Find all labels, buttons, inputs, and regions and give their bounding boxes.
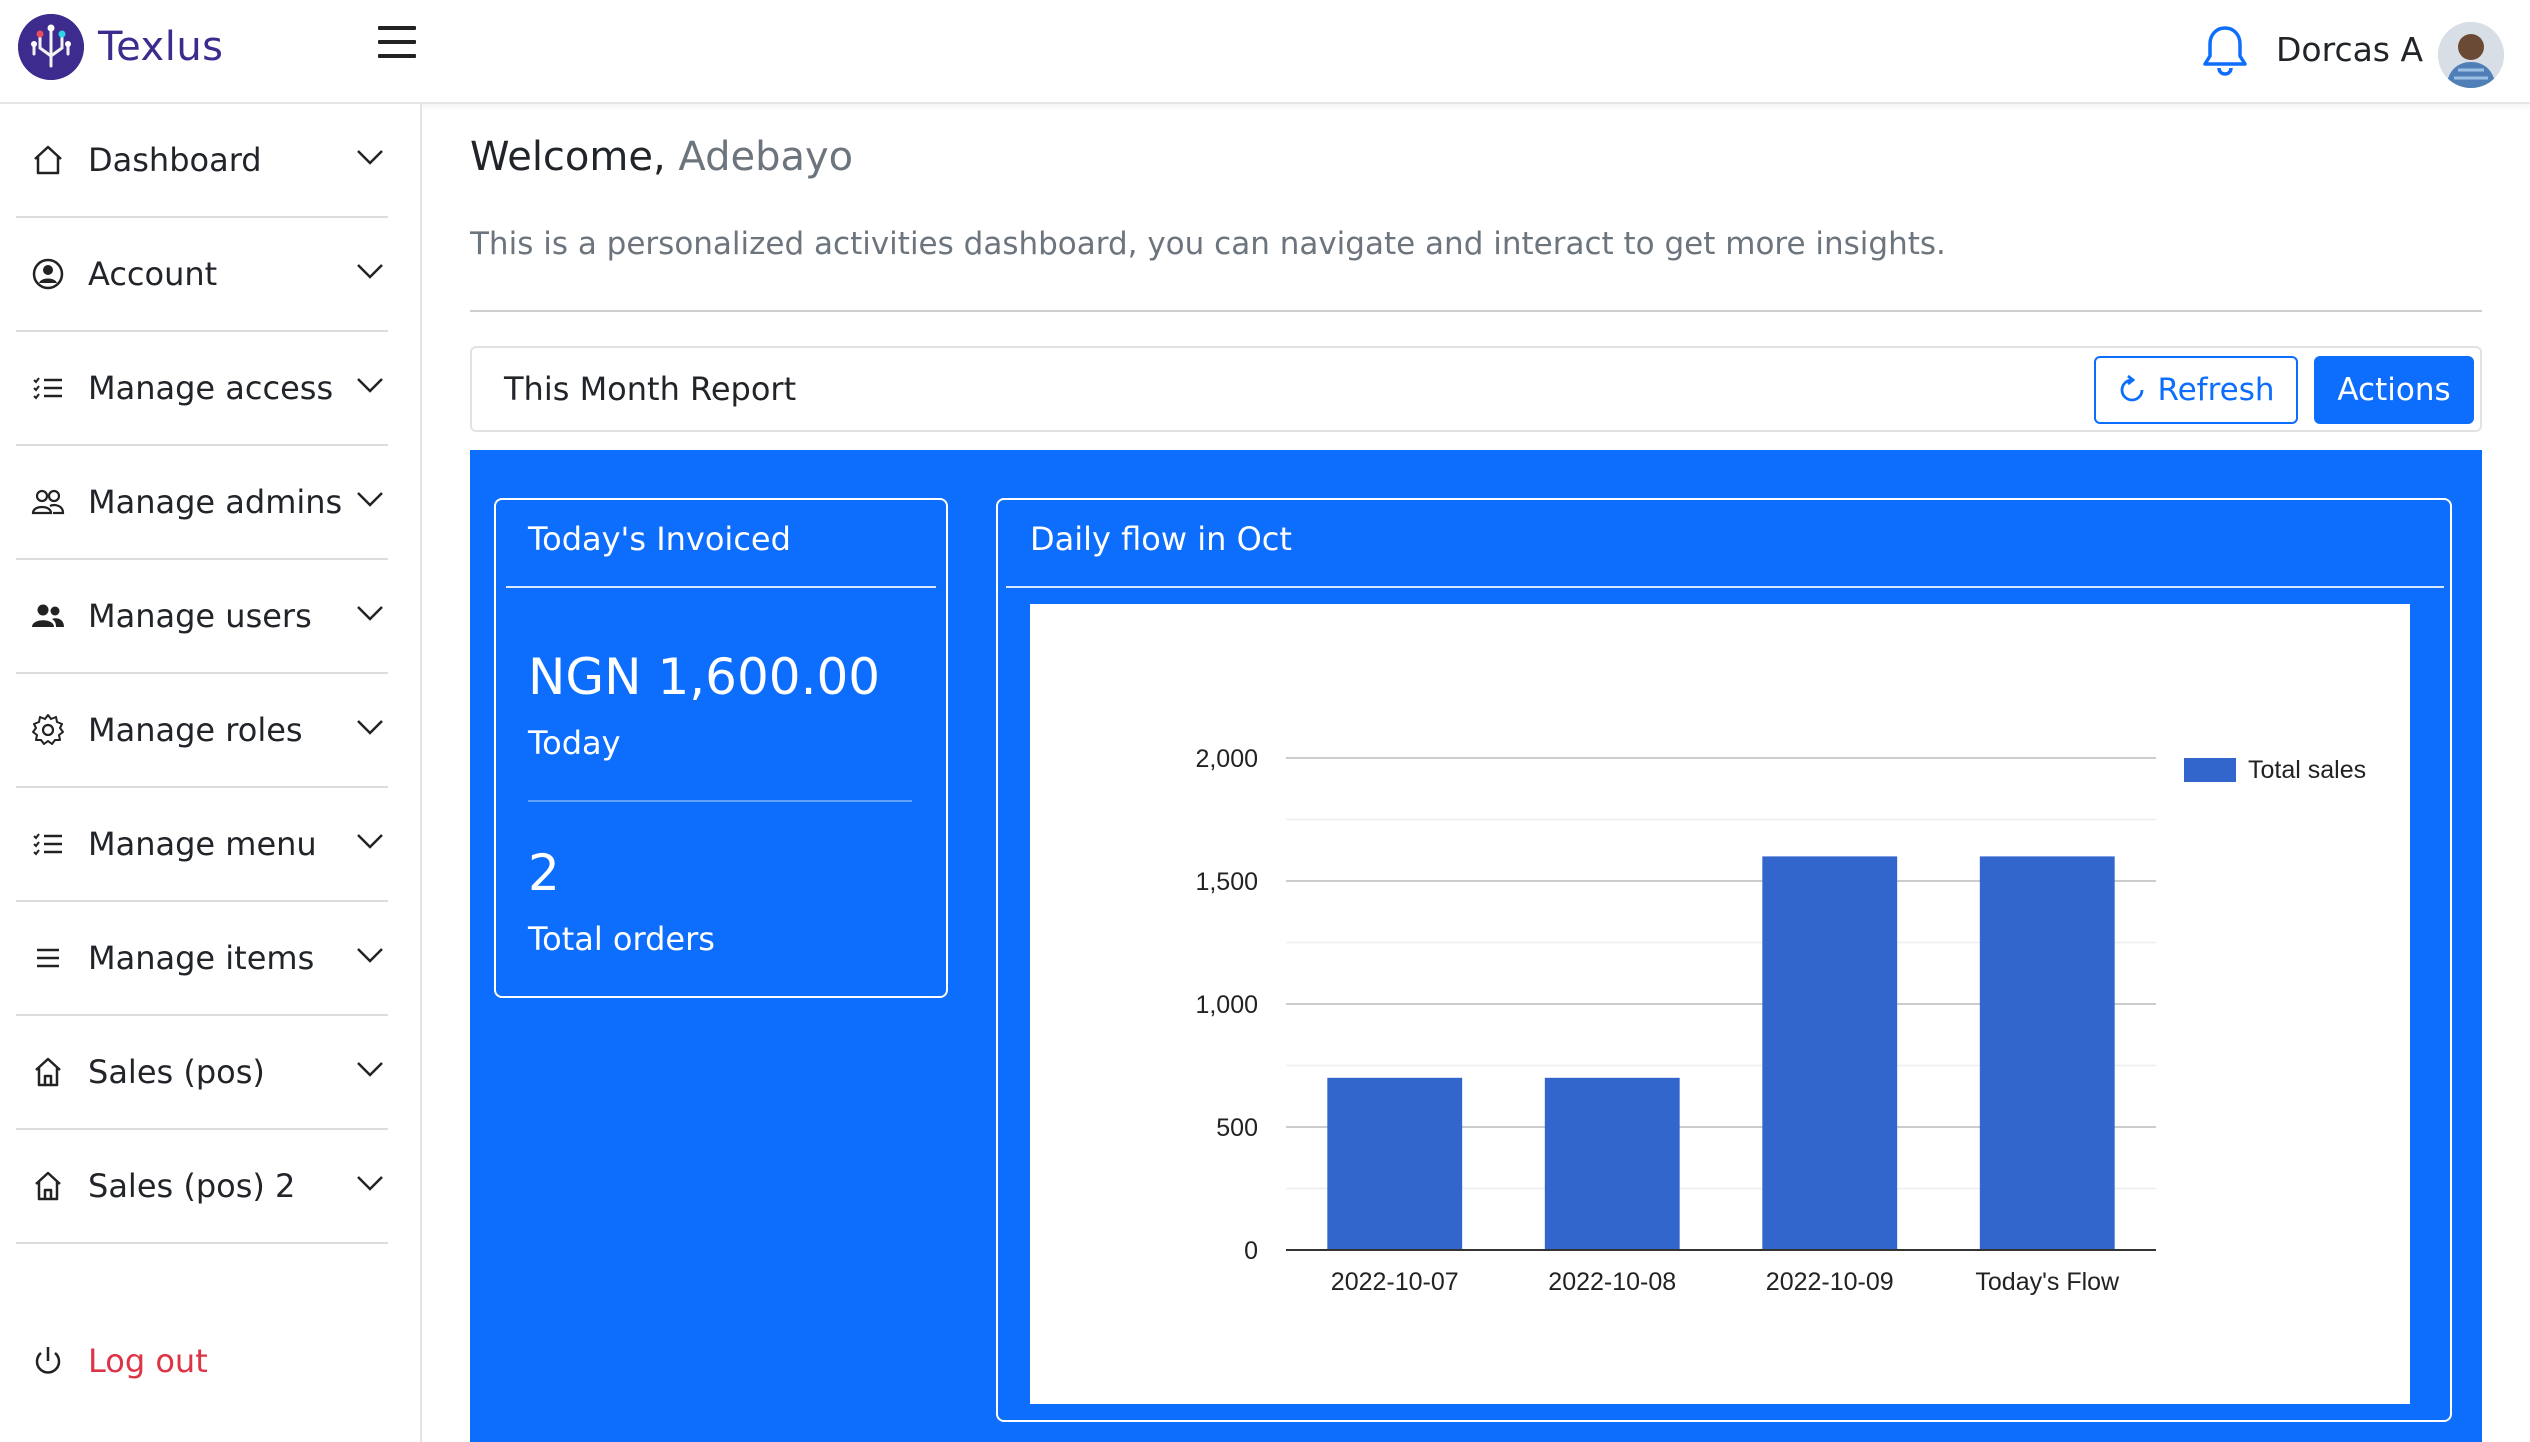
chevron-down-icon[interactable] xyxy=(356,490,384,508)
invoice-card: Today's Invoiced NGN 1,600.00 Today 2 To… xyxy=(494,498,948,998)
card-divider xyxy=(1006,586,2444,588)
chevron-down-icon[interactable] xyxy=(356,148,384,166)
chart-container: 0 500 1,000 1,500 2,000 2022-10-07 2022-10-08 2… xyxy=(1030,604,2410,1404)
sidebar-item-dashboard[interactable]: Dashboard xyxy=(16,104,388,218)
brand-name: Texlus xyxy=(98,24,224,70)
bar-chart: 0 500 1,000 1,500 2,000 2022-10-07 2022-10-08 2… xyxy=(1195,745,2366,1296)
sidebar-item-manage-admins[interactable]: Manage admins xyxy=(16,446,388,560)
sidebar-item-label: Account xyxy=(88,255,218,293)
sidebar-item-manage-users[interactable]: Manage users xyxy=(16,560,388,674)
notification-bell-icon[interactable] xyxy=(2202,24,2248,76)
actions-label: Actions xyxy=(2337,372,2451,408)
people-fill-icon xyxy=(32,604,64,627)
x-tick-label: 2022-10-07 xyxy=(1331,1268,1459,1296)
invoice-amount: NGN 1,600.00 xyxy=(528,648,881,706)
gear-icon xyxy=(32,714,64,745)
x-tick-label: Today's Flow xyxy=(1975,1268,2120,1296)
page-subtitle: This is a personalized activities dashbo… xyxy=(470,226,1946,262)
logout-button[interactable]: Log out xyxy=(16,1306,388,1416)
chart-bar xyxy=(1979,856,2115,1250)
sidebar-item-manage-access[interactable]: Manage access xyxy=(16,332,388,446)
refresh-icon xyxy=(2121,375,2144,402)
logout-label: Log out xyxy=(88,1342,208,1380)
chevron-down-icon[interactable] xyxy=(356,262,384,280)
chart-bar xyxy=(1544,1077,1680,1250)
chevron-down-icon[interactable] xyxy=(356,604,384,622)
chart-card-title: Daily flow in Oct xyxy=(1030,520,1292,558)
sidebar-item-label: Manage users xyxy=(88,597,312,635)
sidebar-item-label: Sales (pos) 2 xyxy=(88,1167,296,1205)
sidebar-item-label: Manage menu xyxy=(88,825,317,863)
sidebar-item-label: Dashboard xyxy=(88,141,262,179)
brand-logo-icon xyxy=(18,14,84,80)
y-tick-label: 1,000 xyxy=(1195,991,1258,1019)
chevron-down-icon[interactable] xyxy=(356,946,384,964)
sidebar-item-account[interactable]: Account xyxy=(16,218,388,332)
home-icon xyxy=(34,145,62,175)
chevron-down-icon[interactable] xyxy=(356,832,384,850)
sidebar-item-sales-pos[interactable]: Sales (pos) xyxy=(16,1016,388,1130)
y-tick-label: 1,500 xyxy=(1195,868,1258,896)
list-icon xyxy=(37,948,59,968)
chevron-down-icon[interactable] xyxy=(356,1174,384,1192)
list-check-icon xyxy=(33,377,62,400)
refresh-button[interactable]: Refresh xyxy=(2094,356,2298,424)
sidebar-item-manage-menu[interactable]: Manage menu xyxy=(16,788,388,902)
shop-icon xyxy=(35,1171,61,1201)
menu-toggle-icon[interactable] xyxy=(378,26,416,58)
shop-icon xyxy=(35,1057,61,1087)
chevron-down-icon[interactable] xyxy=(356,1060,384,1078)
sidebar-item-sales-pos-2[interactable]: Sales (pos) 2 xyxy=(16,1130,388,1244)
people-outline-icon xyxy=(31,489,65,515)
top-header: Texlus Dorcas A xyxy=(0,0,2530,104)
chart-card: Daily flow in Oct 0 500 1,000 1,500 2,000 202… xyxy=(996,498,2452,1422)
welcome-prefix: Welcome, xyxy=(470,134,666,180)
report-panel: Today's Invoiced NGN 1,600.00 Today 2 To… xyxy=(470,450,2482,1442)
chevron-down-icon[interactable] xyxy=(356,718,384,736)
invoice-card-title: Today's Invoiced xyxy=(528,520,791,558)
card-separator xyxy=(528,800,912,802)
chart-bar xyxy=(1327,1077,1463,1250)
refresh-label: Refresh xyxy=(2157,372,2275,408)
user-circle-icon xyxy=(32,258,64,290)
orders-count: 2 xyxy=(528,844,560,902)
sidebar-item-manage-items[interactable]: Manage items xyxy=(16,902,388,1016)
power-icon xyxy=(35,1347,61,1374)
sidebar: Dashboard Account Manage access Manage a… xyxy=(0,104,422,1442)
divider xyxy=(470,310,2482,312)
welcome-name: Adebayo xyxy=(678,134,854,180)
avatar[interactable] xyxy=(2438,22,2504,88)
user-name[interactable]: Dorcas A xyxy=(2276,30,2423,69)
x-tick-label: 2022-10-09 xyxy=(1766,1268,1894,1296)
chart-bar xyxy=(1762,856,1898,1250)
sidebar-item-label: Manage items xyxy=(88,939,315,977)
brand[interactable]: Texlus xyxy=(18,14,224,80)
sidebar-item-label: Manage admins xyxy=(88,483,343,521)
chevron-down-icon[interactable] xyxy=(356,376,384,394)
x-tick-label: 2022-10-08 xyxy=(1548,1268,1676,1296)
sidebar-item-label: Sales (pos) xyxy=(88,1053,265,1091)
y-tick-label: 500 xyxy=(1216,1114,1258,1142)
actions-button[interactable]: Actions xyxy=(2314,356,2474,424)
legend-label: Total sales xyxy=(2248,756,2366,784)
y-tick-label: 2,000 xyxy=(1195,745,1258,773)
sidebar-item-manage-roles[interactable]: Manage roles xyxy=(16,674,388,788)
legend-swatch xyxy=(2184,758,2236,782)
sidebar-item-label: Manage access xyxy=(88,369,334,407)
report-toolbar: This Month Report Refresh Actions xyxy=(470,346,2482,432)
welcome-heading: Welcome, Adebayo xyxy=(470,134,853,180)
invoice-amount-label: Today xyxy=(528,724,621,762)
card-divider xyxy=(506,586,936,588)
list-check-icon xyxy=(33,833,62,856)
y-tick-label: 0 xyxy=(1244,1237,1258,1265)
sidebar-item-label: Manage roles xyxy=(88,711,303,749)
report-title: This Month Report xyxy=(504,370,797,408)
orders-count-label: Total orders xyxy=(528,920,715,958)
